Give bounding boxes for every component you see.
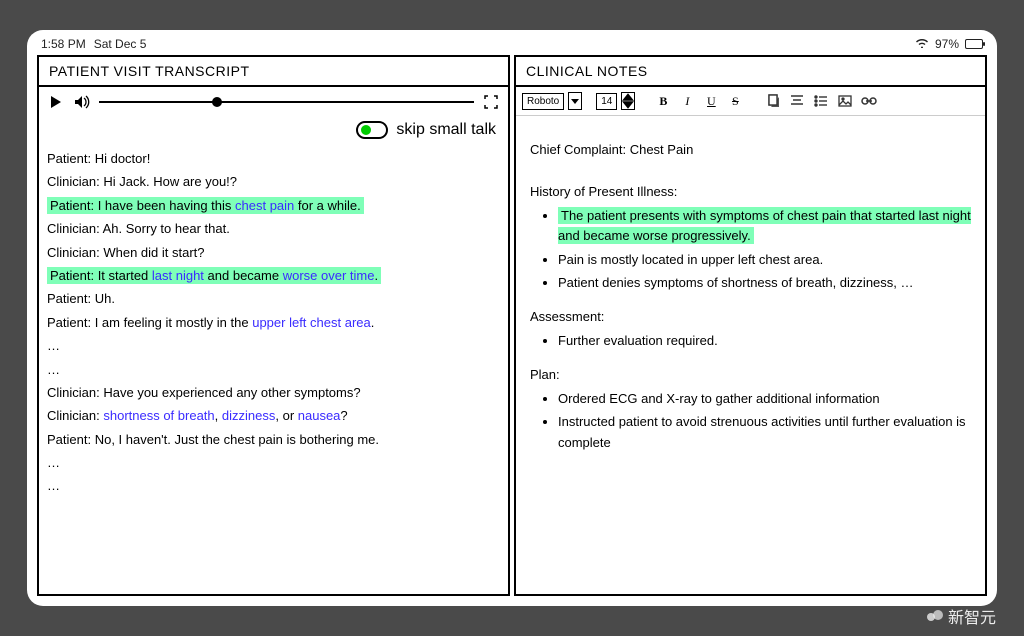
tablet-window: 1:58 PM Sat Dec 5 97% PATIENT VISIT TRAN… [27, 30, 997, 606]
transcript-line: Patient: Hi doctor! [47, 147, 500, 170]
list-item: Pain is mostly located in upper left che… [558, 250, 971, 270]
status-date: Sat Dec 5 [94, 37, 147, 51]
font-size-spinner[interactable] [621, 92, 635, 110]
list-item: Further evaluation required. [558, 331, 971, 351]
battery-icon [965, 39, 983, 49]
media-bar [39, 87, 508, 117]
wifi-icon [915, 36, 929, 51]
hpi-list: The patient presents with symptoms of ch… [530, 206, 971, 293]
underline-button[interactable]: U [701, 91, 721, 111]
copy-icon[interactable] [763, 91, 783, 111]
editor-toolbar: Roboto 14 B I U S [516, 87, 985, 116]
transcript-header: PATIENT VISIT TRANSCRIPT [39, 57, 508, 87]
playback-slider[interactable] [99, 101, 474, 103]
notes-pane: CLINICAL NOTES Roboto 14 B I U S [514, 55, 987, 596]
list-item: The patient presents with symptoms of ch… [558, 206, 971, 246]
transcript-pane: PATIENT VISIT TRANSCRIPT s [37, 55, 510, 596]
transcript-body[interactable]: Patient: Hi doctor!Clinician: Hi Jack. H… [39, 147, 508, 594]
font-size-select[interactable]: 14 [596, 93, 617, 110]
italic-button[interactable]: I [677, 91, 697, 111]
assessment-title: Assessment: [530, 307, 971, 327]
font-name-dropdown[interactable] [568, 92, 582, 110]
plan-title: Plan: [530, 365, 971, 385]
list-item: Instructed patient to avoid strenuous ac… [558, 412, 971, 452]
notes-header: CLINICAL NOTES [516, 57, 985, 87]
transcript-line: Patient: Uh. [47, 287, 500, 310]
slider-thumb[interactable] [212, 97, 222, 107]
transcript-line: Clinician: Ah. Sorry to hear that. [47, 217, 500, 240]
transcript-line: … [47, 334, 500, 357]
toggle-dot [361, 125, 371, 135]
transcript-line: Patient: I have been having this chest p… [47, 194, 500, 217]
align-icon[interactable] [787, 91, 807, 111]
list-item: Ordered ECG and X-ray to gather addition… [558, 389, 971, 409]
transcript-line: … [47, 451, 500, 474]
battery-percent: 97% [935, 37, 959, 51]
image-icon[interactable] [835, 91, 855, 111]
transcript-line: Patient: I am feeling it mostly in the u… [47, 311, 500, 334]
notes-body[interactable]: Chief Complaint: Chest Pain History of P… [516, 116, 985, 594]
plan-list: Ordered ECG and X-ray to gather addition… [530, 389, 971, 452]
transcript-line: Clinician: When did it start? [47, 241, 500, 264]
list-icon[interactable] [811, 91, 831, 111]
transcript-line: Patient: It started last night and becam… [47, 264, 500, 287]
skip-small-talk-toggle[interactable] [356, 121, 388, 139]
link-icon[interactable] [859, 91, 879, 111]
bold-button[interactable]: B [653, 91, 673, 111]
list-item: Patient denies symptoms of shortness of … [558, 273, 971, 293]
transcript-line: Patient: No, I haven't. Just the chest p… [47, 428, 500, 451]
watermark: 新智元 [926, 604, 996, 628]
transcript-line: Clinician: Have you experienced any othe… [47, 381, 500, 404]
transcript-line: Clinician: shortness of breath, dizzines… [47, 404, 500, 427]
status-time: 1:58 PM [41, 37, 86, 51]
transcript-line: … [47, 474, 500, 497]
toggle-label: skip small talk [396, 121, 496, 139]
transcript-line: … [47, 358, 500, 381]
volume-icon[interactable] [73, 93, 91, 111]
chief-complaint: Chief Complaint: Chest Pain [530, 140, 971, 160]
transcript-line: Clinician: Hi Jack. How are you!? [47, 170, 500, 193]
strikethrough-button[interactable]: S [725, 91, 745, 111]
font-name-select[interactable]: Roboto [522, 93, 564, 110]
fullscreen-icon[interactable] [482, 93, 500, 111]
hpi-title: History of Present Illness: [530, 182, 971, 202]
play-button[interactable] [47, 93, 65, 111]
status-bar: 1:58 PM Sat Dec 5 97% [27, 30, 997, 55]
assessment-list: Further evaluation required. [530, 331, 971, 351]
